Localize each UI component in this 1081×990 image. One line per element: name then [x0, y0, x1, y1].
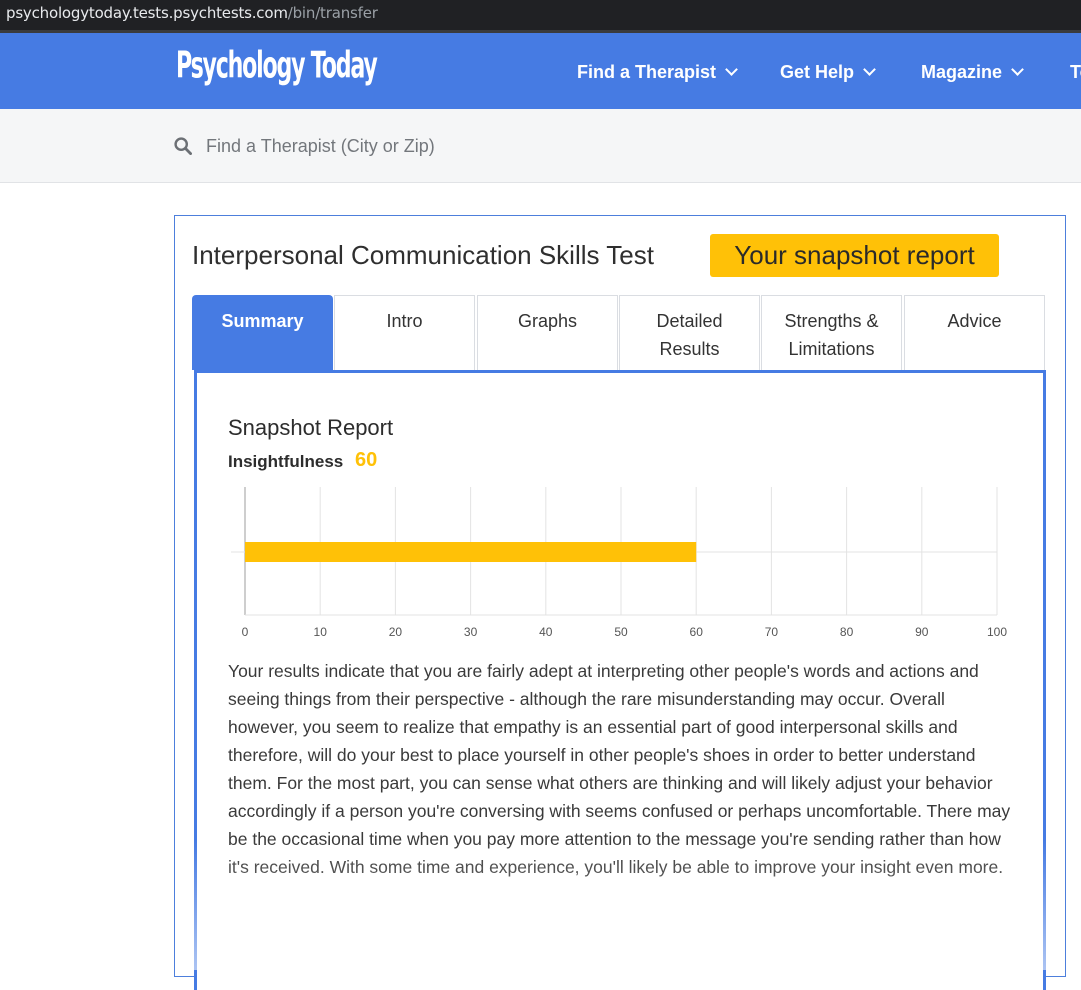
x-tick-label: 10	[314, 625, 328, 639]
x-tick-label: 70	[765, 625, 779, 639]
score-value: 60	[355, 449, 378, 471]
insightfulness-bar	[245, 542, 697, 562]
nav-magazine[interactable]: Magazine	[921, 62, 1024, 82]
search-icon[interactable]	[174, 137, 192, 155]
x-tick-label: 80	[840, 625, 854, 639]
tab-graphs[interactable]: Graphs	[477, 295, 618, 370]
snapshot-report-badge: Your snapshot report	[710, 234, 999, 277]
chevron-down-icon	[1011, 63, 1024, 76]
tab-label: Strengths & Limitations	[784, 311, 879, 359]
tab-label: Intro	[386, 311, 423, 331]
browser-url-bar[interactable]: psychologytoday.tests.psychtests.com/bin…	[0, 0, 1081, 30]
summary-paragraph: Your results indicate that you are fairl…	[228, 661, 1011, 877]
x-tick-label: 60	[690, 625, 704, 639]
section-title: Snapshot Report	[228, 415, 394, 440]
x-tick-label: 30	[464, 625, 478, 639]
insightfulness-bar-chart: 0 10 20 30 40 50 60 70 80 90 100	[231, 487, 1008, 639]
tab-detailed-results[interactable]: Detailed Results	[619, 295, 760, 370]
chevron-down-icon	[863, 63, 876, 76]
tab-label: Summary	[221, 311, 304, 331]
test-title: Interpersonal Communication Skills Test	[192, 240, 654, 270]
score-label: Insightfulness	[228, 452, 344, 471]
x-tick-label: 40	[539, 625, 553, 639]
nav-item-label: Magazine	[921, 62, 1003, 82]
tab-advice[interactable]: Advice	[904, 295, 1045, 370]
nav-item-label: Find a Therapist	[577, 62, 717, 82]
therapist-search-bar	[0, 109, 1081, 183]
chart-tick-labels: 0 10 20 30 40 50 60 70 80 90 100	[242, 625, 1008, 639]
nav-item-label: Get Help	[780, 62, 855, 82]
tab-label: Graphs	[517, 311, 578, 331]
top-navigation: Psychology Today Find a Therapist Get He…	[0, 33, 1081, 109]
chevron-down-icon	[725, 63, 738, 76]
nav-today-truncated[interactable]: To	[1070, 62, 1081, 82]
tab-summary[interactable]: Summary	[192, 295, 333, 370]
therapist-search-input[interactable]	[206, 131, 706, 161]
x-tick-label: 90	[915, 625, 929, 639]
chart-bars	[245, 542, 697, 562]
nav-find-therapist[interactable]: Find a Therapist	[577, 62, 738, 82]
nav-get-help[interactable]: Get Help	[780, 62, 876, 82]
x-tick-label: 0	[242, 625, 249, 639]
x-tick-label: 20	[389, 625, 403, 639]
url-text[interactable]: psychologytoday.tests.psychtests.com/bin…	[6, 4, 378, 22]
tab-intro[interactable]: Intro	[334, 295, 475, 370]
x-tick-label: 50	[614, 625, 628, 639]
url-host: psychologytoday.tests.psychtests.com	[6, 4, 288, 22]
site-logo[interactable]: Psychology Today	[176, 45, 378, 87]
url-path: /bin/transfer	[287, 4, 378, 22]
x-tick-label: 100	[987, 625, 1007, 639]
nav-item-label: To	[1070, 62, 1081, 82]
tab-label: Detailed Results	[656, 311, 723, 359]
tab-strengths-limitations[interactable]: Strengths & Limitations	[761, 295, 902, 370]
tab-label: Advice	[947, 311, 1002, 331]
